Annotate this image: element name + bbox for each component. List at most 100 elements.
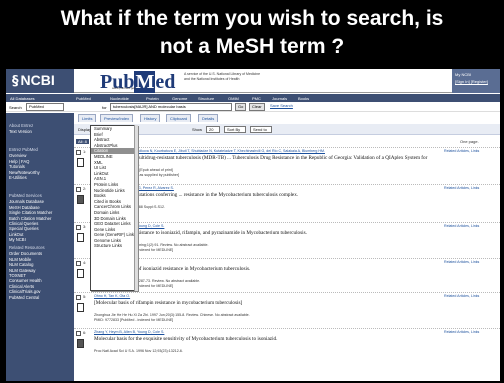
- sidebar-group: Related Resources Order Documents NLM Mobi…: [9, 245, 71, 300]
- pubmed-url: www.pubmed.gov: [112, 86, 136, 90]
- result-source: Microb Drug Resist. 1995 Spring;1(2):91.…: [94, 243, 209, 247]
- header-meta: A service of the U.S. National Library o…: [184, 72, 304, 82]
- result-checkbox[interactable]: [76, 261, 81, 266]
- ncbi-logo-text: NCBI: [20, 72, 55, 88]
- sidebar-group: About Entrez Text Version: [9, 123, 71, 135]
- sidebar-group-heading: Entrez PubMed: [9, 147, 38, 152]
- tab-clipboard[interactable]: Clipboard: [166, 114, 192, 122]
- my-ncbi-label: My NCBI: [455, 72, 471, 77]
- nav-item-protein[interactable]: Protein: [146, 96, 159, 101]
- document-icon[interactable]: [77, 339, 84, 348]
- database-select[interactable]: PubMed: [26, 103, 64, 111]
- sidebar-group-heading: PubMed Services: [9, 193, 42, 198]
- result-source: Zhonghua Jie He He Hu Xi Za Zhi. 1997 Ju…: [94, 313, 250, 317]
- all-tab[interactable]: All: 8: [76, 139, 89, 144]
- related-articles-link[interactable]: Related Articles, Links: [444, 186, 479, 190]
- document-icon[interactable]: [77, 195, 84, 204]
- result-row: 6: Zhang Y, Heym B, Allen B, Young D, Col…: [74, 328, 500, 362]
- document-icon[interactable]: [77, 158, 84, 167]
- pubmed-logo[interactable]: PubMed: [100, 71, 175, 94]
- result-title[interactable]: Molecular basis of mutations conferring …: [94, 192, 434, 198]
- related-articles-link[interactable]: Related Articles, Links: [444, 149, 479, 153]
- nav-item-structure[interactable]: Structure: [198, 96, 214, 101]
- show-label: Show: [192, 127, 203, 132]
- tab-preview-index[interactable]: Preview/Index: [100, 114, 134, 122]
- show-select[interactable]: 20: [206, 126, 220, 133]
- go-button[interactable]: Go: [235, 103, 247, 111]
- search-label: Search: [9, 105, 22, 110]
- result-pmid: PMID: 9000000 [PubMed - indexed for MEDL…: [94, 248, 174, 252]
- sidebar-item-e-utilities[interactable]: E-Utilities: [9, 175, 71, 180]
- send-to-select[interactable]: Send to: [250, 126, 272, 133]
- clear-button[interactable]: Clear: [249, 103, 265, 111]
- dropdown-scrollbar[interactable]: [134, 125, 138, 291]
- sidebar-item-my-ncbi[interactable]: My NCBI: [9, 237, 71, 242]
- database-nav: All Databases PubMed Nucleotide Protein Geno…: [6, 94, 500, 102]
- result-number: 1:: [83, 149, 87, 154]
- sidebar-group-heading: Related Resources: [9, 245, 45, 250]
- save-search-link[interactable]: Save Search: [268, 103, 295, 111]
- display-dropdown-menu[interactable]: Summary Brief Abstract AbstractPlus Citation…: [90, 125, 138, 291]
- sidebar-item-pubmed-central[interactable]: PubMed Central: [9, 295, 71, 300]
- sort-by-select[interactable]: Sort By: [224, 126, 246, 133]
- ncbi-logo-block[interactable]: § NCBI: [6, 69, 74, 93]
- sidebar-item-text-version[interactable]: Text Version: [9, 129, 71, 134]
- nav-item-pmc[interactable]: PMC: [252, 96, 261, 101]
- result-number: 5:: [83, 294, 87, 299]
- result-checkbox[interactable]: [76, 187, 81, 192]
- search-input[interactable]: tuberculosis[MAJR] AND molecular basis: [110, 103, 232, 111]
- dropdown-option-structure-links[interactable]: Structure Links: [91, 243, 137, 249]
- tab-details[interactable]: Details: [198, 114, 219, 122]
- document-icon[interactable]: [77, 233, 84, 242]
- page-info: One page.: [460, 139, 479, 144]
- pubmed-screenshot: § NCBI PubMed www.pubmed.gov A service of…: [6, 69, 500, 381]
- for-label: for: [102, 105, 107, 110]
- slide-title-line-2: not a MeSH term ?: [159, 35, 345, 58]
- slide-title-line-1: What if the term you wish to search, is: [60, 7, 444, 30]
- sidebar-group: PubMed Services Journals Database MeSH Dat…: [9, 193, 71, 243]
- result-checkbox[interactable]: [76, 295, 81, 300]
- sidebar: About Entrez Text Version Entrez PubMed Ove…: [6, 113, 74, 381]
- related-articles-link[interactable]: Related Articles, Links: [444, 294, 479, 298]
- nav-item-omim[interactable]: OMIM: [228, 96, 239, 101]
- result-title[interactable]: [Molecular basis of rifampin resistance …: [94, 300, 434, 306]
- nav-item-pubmed[interactable]: PubMed: [76, 96, 91, 101]
- result-number: 6:: [83, 330, 87, 335]
- related-articles-link[interactable]: Related Articles, Links: [444, 260, 479, 264]
- result-title[interactable]: High prevalence of multidrug-resistant t…: [94, 155, 434, 167]
- result-pmid: PMID: 9772833 [PubMed - indexed for MEDL…: [94, 318, 174, 322]
- nav-item-journals[interactable]: Journals: [272, 96, 287, 101]
- tab-limits[interactable]: Limits: [78, 114, 97, 122]
- result-authors[interactable]: Zhang Y, Heym B, Allen B, Young D, Cole …: [94, 330, 164, 334]
- result-source: Tuberculosis (Edinb). 2008; 88 Suppl:S-S…: [94, 205, 165, 209]
- result-title[interactable]: The molecular basis of isoniazid resista…: [94, 266, 434, 272]
- result-checkbox[interactable]: [76, 150, 81, 155]
- tab-history[interactable]: History: [140, 114, 161, 122]
- ncbi-logo[interactable]: § NCBI: [12, 72, 55, 89]
- document-icon[interactable]: [77, 269, 84, 278]
- nav-item-nucleotide[interactable]: Nucleotide: [110, 96, 129, 101]
- result-title[interactable]: Molecular basis of resistance to isoniaz…: [94, 230, 434, 236]
- result-number: 3:: [83, 224, 87, 229]
- related-articles-link[interactable]: Related Articles, Links: [444, 330, 479, 334]
- nav-item-genome[interactable]: Genome: [172, 96, 187, 101]
- nav-item-books[interactable]: Books: [298, 96, 309, 101]
- result-number: 4:: [83, 260, 87, 265]
- dropdown-option-geo-dataset-links[interactable]: GEO DataSet Links: [91, 221, 137, 227]
- result-checkbox[interactable]: [76, 331, 81, 336]
- result-checkbox[interactable]: [76, 225, 81, 230]
- slide-title: What if the term you wish to search, is …: [0, 0, 504, 66]
- sidebar-group-heading: About Entrez: [9, 123, 34, 128]
- result-pmid: PMID: 7663996 [PubMed - indexed for MEDL…: [94, 284, 174, 288]
- result-row: 5: Ohno H, Tan K, Ota O. [Molecular basis …: [74, 292, 500, 326]
- result-authors[interactable]: Ohno H, Tan K, Ota O.: [94, 294, 130, 298]
- nav-item-all-databases[interactable]: All Databases: [10, 96, 35, 101]
- result-title[interactable]: Molecular basis for the exquisite sensit…: [94, 336, 434, 342]
- result-pmid: PMID: 18672020 [PubMed - as supplied by …: [94, 173, 180, 177]
- sign-in-link[interactable]: [Sign In] [Register]: [455, 79, 488, 84]
- tab-bar: Limits Preview/Index History Clipboard D…: [74, 114, 500, 123]
- document-icon[interactable]: [77, 303, 84, 312]
- sidebar-group: Entrez PubMed Overview Help | FAQ Tutorials…: [9, 147, 71, 180]
- related-articles-link[interactable]: Related Articles, Links: [444, 224, 479, 228]
- header-meta-line-2: and the National Institutes of Health: [184, 77, 240, 81]
